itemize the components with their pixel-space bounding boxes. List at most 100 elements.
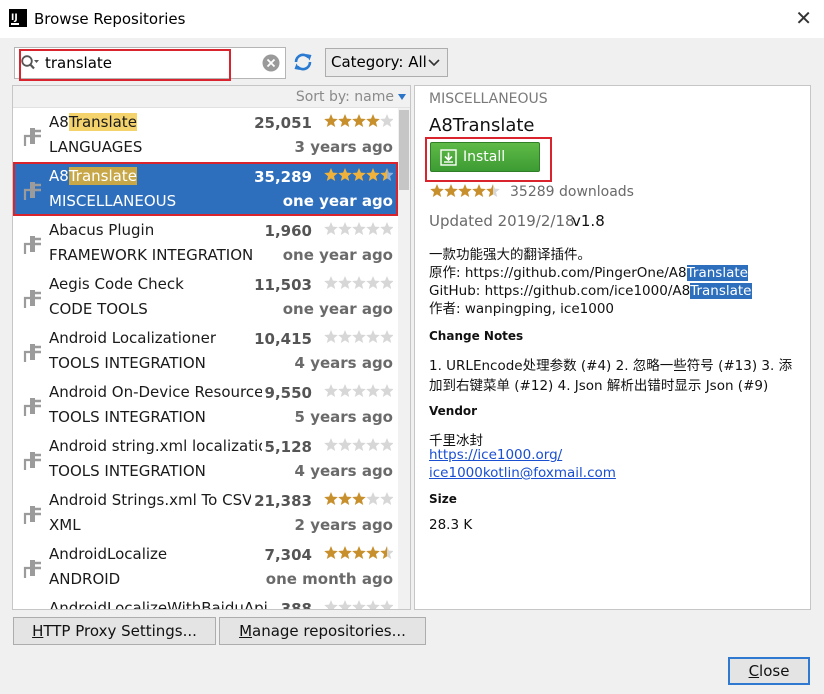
plugin-row[interactable]: Android string.xml localization TOOLS INT…: [13, 432, 398, 486]
plugin-icon: [23, 290, 41, 308]
vendor-heading: Vendor: [429, 404, 478, 418]
plugin-category: TOOLS INTEGRATION: [49, 462, 206, 480]
plugin-name: Android string.xml localization: [49, 437, 267, 455]
sort-by-control[interactable]: Sort by: name: [13, 86, 410, 108]
manage-repositories-button[interactable]: Manage repositories...: [219, 617, 426, 645]
sort-label: Sort by: name: [295, 89, 394, 105]
plugin-list-panel: Sort by: name A8Translate LANGUAGES 25,051…: [12, 85, 411, 610]
plugin-icon: [23, 128, 41, 146]
install-button[interactable]: Install: [430, 142, 540, 172]
star-icon: [324, 114, 338, 127]
plugin-rating-stars: [324, 438, 393, 451]
plugin-name: A8Translate: [49, 167, 137, 185]
vendor-email-link[interactable]: ice1000kotlin@foxmail.com: [429, 465, 616, 481]
plugin-row[interactable]: AndroidLocalize ANDROID 7,304 one month ago: [13, 540, 398, 594]
intellij-app-icon: IJ: [9, 9, 27, 27]
star-icon: [486, 184, 500, 197]
star-icon: [380, 546, 393, 559]
plugin-icon: [23, 236, 41, 254]
star-icon: [444, 184, 458, 197]
star-icon: [338, 114, 352, 127]
plugin-name: Android On-Device Resource Editor: [49, 383, 267, 401]
size-heading: Size: [429, 492, 457, 506]
plugin-name: AndroidLocalizeWithBaiduApi: [49, 599, 267, 609]
plugin-row[interactable]: AndroidLocalizeWithBaiduApi 388: [13, 594, 398, 609]
star-icon: [352, 114, 366, 127]
star-icon: [380, 438, 393, 451]
star-icon: [352, 222, 366, 235]
vendor-url-link[interactable]: https://ice1000.org/: [429, 447, 562, 463]
plugin-updated: 4 years ago: [294, 462, 393, 480]
scrollbar-thumb[interactable]: [399, 110, 409, 190]
star-icon: [366, 168, 380, 181]
plugin-updated: one year ago: [282, 192, 393, 210]
desc-line-2-highlight: Translate: [686, 265, 748, 281]
star-icon: [380, 114, 393, 127]
star-icon: [338, 600, 352, 609]
plugin-downloads: 1,960: [261, 222, 312, 240]
star-icon: [324, 330, 338, 343]
search-icon[interactable]: [20, 54, 40, 74]
plugin-row[interactable]: A8Translate LANGUAGES 25,051 3 years ago: [13, 108, 398, 162]
close-button[interactable]: Close: [728, 657, 810, 685]
plugin-name: Android Localizationer: [49, 329, 216, 347]
plugin-name: Android Strings.xml To CSV Converter: [49, 491, 267, 509]
http-proxy-settings-button[interactable]: HTTP Proxy Settings...: [13, 617, 216, 645]
detail-rating-stars: [430, 184, 500, 197]
plugin-icon: [23, 452, 41, 470]
star-icon: [366, 276, 380, 289]
star-icon: [338, 546, 352, 559]
category-dropdown[interactable]: Category: All: [325, 48, 448, 77]
manage-label: anage repositories...: [252, 622, 406, 640]
plugin-row[interactable]: Android Strings.xml To CSV Converter XML 2…: [13, 486, 398, 540]
plugin-rating-stars: [324, 276, 393, 289]
plugin-updated: 5 years ago: [294, 408, 393, 426]
plugin-row[interactable]: Android Localizationer TOOLS INTEGRATION 1…: [13, 324, 398, 378]
plugin-name: Abacus Plugin: [49, 221, 154, 239]
plugin-downloads: 25,051: [251, 114, 312, 132]
plugin-category: TOOLS INTEGRATION: [49, 408, 206, 426]
plugin-downloads: 21,383: [251, 492, 312, 510]
window-close-icon[interactable]: ✕: [795, 6, 812, 30]
detail-category: MISCELLANEOUS: [429, 91, 548, 107]
proxy-mnemonic: H: [32, 622, 44, 640]
plugin-downloads: 11,503: [251, 276, 312, 294]
plugin-name: A8Translate: [49, 113, 137, 131]
close-label: lose: [759, 662, 790, 680]
star-icon: [380, 384, 393, 397]
plugin-icon: [23, 182, 41, 200]
star-icon: [324, 168, 338, 181]
star-icon: [338, 168, 352, 181]
star-icon: [430, 184, 444, 197]
plugin-row[interactable]: Android On-Device Resource Editor TOOLS I…: [13, 378, 398, 432]
plugin-row[interactable]: Aegis Code Check CODE TOOLS 11,503 one year…: [13, 270, 398, 324]
star-icon: [324, 222, 338, 235]
plugin-rating-stars: [324, 492, 393, 505]
star-icon: [380, 168, 393, 181]
plugin-rating-stars: [324, 114, 393, 127]
star-icon: [366, 222, 380, 235]
star-icon: [324, 492, 338, 505]
plugin-rating-stars: [324, 546, 393, 559]
plugin-name-text: AndroidLocalize: [49, 545, 168, 563]
star-icon: [366, 600, 380, 609]
plugin-updated: 2 years ago: [294, 516, 393, 534]
plugin-category: ANDROID: [49, 570, 121, 588]
search-input[interactable]: [45, 52, 245, 74]
star-icon: [366, 438, 380, 451]
plugin-name-match: Translate: [68, 167, 137, 185]
detail-plugin-name: A8Translate: [429, 115, 535, 136]
star-icon: [324, 546, 338, 559]
plugin-row[interactable]: Abacus Plugin FRAMEWORK INTEGRATION 1,960 o…: [13, 216, 398, 270]
star-icon: [352, 168, 366, 181]
list-scrollbar[interactable]: [398, 108, 410, 609]
star-icon: [338, 438, 352, 451]
plugin-name-text: Android Strings.xml To CSV Converter: [49, 491, 267, 509]
refresh-icon[interactable]: [292, 51, 314, 73]
download-icon: [440, 149, 457, 166]
plugin-row[interactable]: A8Translate MISCELLANEOUS 35,289 one year a…: [13, 162, 398, 216]
star-icon: [458, 184, 472, 197]
star-icon: [352, 384, 366, 397]
clear-search-icon[interactable]: [262, 54, 280, 72]
detail-updated-date: Updated 2019/2/18: [429, 212, 575, 230]
